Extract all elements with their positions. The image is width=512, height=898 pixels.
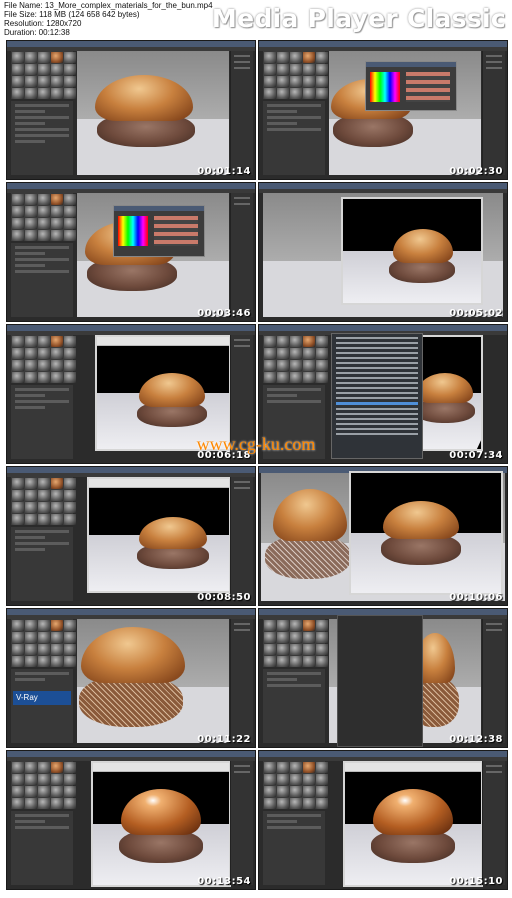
material-slots (263, 51, 328, 99)
material-slots (263, 761, 328, 809)
material-map-browser[interactable] (331, 333, 423, 459)
material-slots (263, 335, 328, 383)
material-slots (11, 477, 76, 525)
timestamp: 00:11:22 (197, 734, 251, 745)
thumbnail-6[interactable]: 00:07:34 (258, 324, 508, 464)
file-name: File Name: 13_More_complex_materials_for… (4, 1, 213, 10)
color-selector-dialog[interactable] (113, 205, 205, 257)
vray-logo: V-Ray (13, 691, 71, 705)
timestamp: 00:07:34 (449, 450, 503, 461)
thumbnail-4[interactable]: 00:05:02 (258, 182, 508, 322)
timestamp: 00:12:38 (449, 734, 503, 745)
thumbnail-8[interactable]: 00:10:06 (258, 466, 508, 606)
player-brand: Media Player Classic (211, 4, 506, 33)
duration: Duration: 00:12:38 (4, 28, 70, 37)
thumbnail-3[interactable]: 00:03:46 (6, 182, 256, 322)
material-slots (11, 51, 76, 99)
resolution: Resolution: 1280x720 (4, 19, 82, 28)
thumbnail-12[interactable]: 00:15:10 (258, 750, 508, 890)
timestamp: 00:15:10 (449, 876, 503, 887)
viewport[interactable] (77, 51, 229, 175)
thumbnail-11[interactable]: 00:13:54 (6, 750, 256, 890)
render-window[interactable] (343, 761, 483, 887)
timestamp: 00:05:02 (449, 308, 503, 319)
file-info-header: File Name: 13_More_complex_materials_for… (0, 0, 512, 38)
thumbnail-10[interactable]: 00:12:38 (258, 608, 508, 748)
timestamp: 00:10:06 (449, 592, 503, 603)
material-slots (263, 619, 328, 667)
render-window[interactable] (95, 335, 231, 451)
thumbnail-9[interactable]: V-Ray 00:11:22 (6, 608, 256, 748)
thumbnail-1[interactable]: 00:01:14 (6, 40, 256, 180)
thumbnail-2[interactable]: 00:02:30 (258, 40, 508, 180)
render-window[interactable] (349, 471, 503, 595)
timestamp: 00:13:54 (197, 876, 251, 887)
timestamp: 00:06:18 (197, 450, 251, 461)
timestamp: 00:08:50 (197, 592, 251, 603)
timestamp: 00:03:46 (197, 308, 251, 319)
timestamp: 00:01:14 (197, 166, 251, 177)
material-slots (11, 335, 76, 383)
render-window[interactable] (87, 477, 231, 593)
render-window[interactable] (91, 761, 231, 887)
file-size: File Size: 118 MB (124 658 642 bytes) (4, 10, 140, 19)
material-slots (11, 193, 76, 241)
material-slots (11, 761, 76, 809)
viewport[interactable] (77, 619, 229, 743)
timestamp: 00:02:30 (449, 166, 503, 177)
material-editor-panel[interactable] (337, 615, 423, 747)
thumbnail-5[interactable]: 00:06:18 (6, 324, 256, 464)
file-info: File Name: 13_More_complex_materials_for… (4, 1, 213, 37)
render-window[interactable] (341, 197, 483, 305)
material-slots (11, 619, 76, 667)
thumbnail-7[interactable]: 00:08:50 (6, 466, 256, 606)
color-selector-dialog[interactable] (365, 61, 457, 111)
